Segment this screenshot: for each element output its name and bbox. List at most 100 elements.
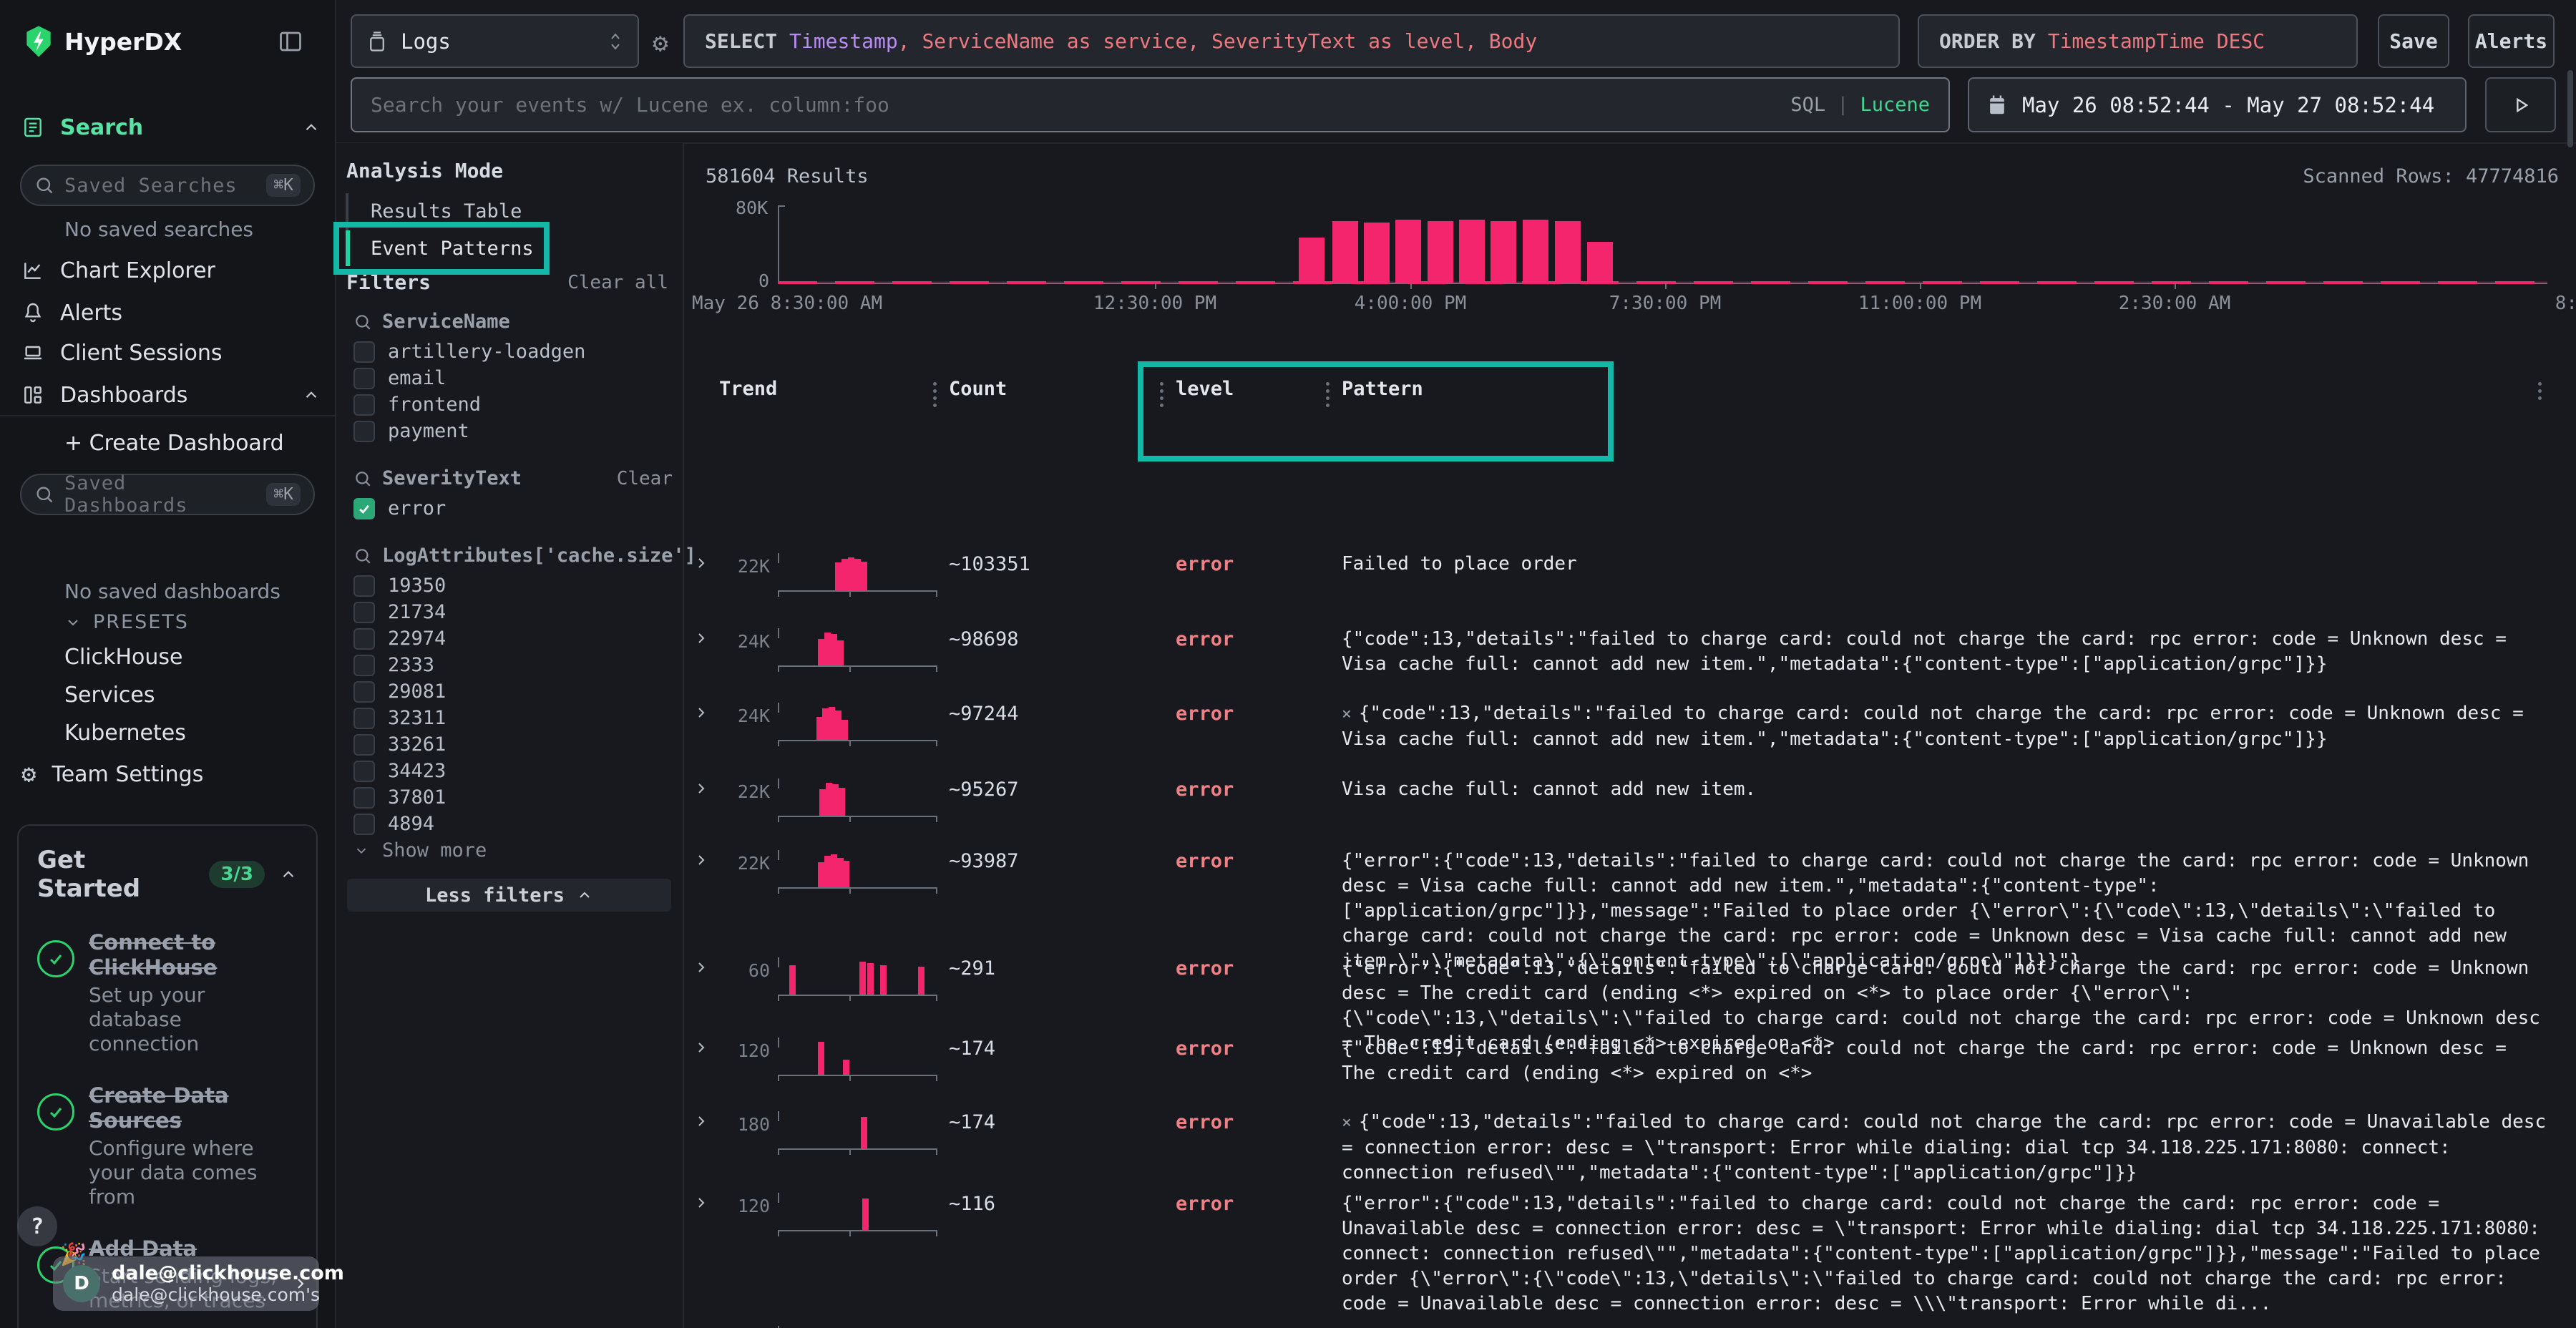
filter-clear-link[interactable]: Clear: [617, 468, 673, 489]
filter-checkbox-row[interactable]: 34423: [353, 758, 673, 784]
checkbox[interactable]: [353, 734, 375, 756]
checkbox[interactable]: [353, 421, 375, 442]
checkbox[interactable]: [353, 761, 375, 782]
chevron-up-icon[interactable]: [279, 865, 298, 884]
expand-row-chevron-icon[interactable]: [693, 1039, 710, 1056]
preset-dashboard-link[interactable]: Kubernetes: [64, 714, 186, 752]
col-drag-handle[interactable]: [933, 382, 937, 407]
presets-toggle[interactable]: PRESETS: [64, 611, 189, 633]
filter-checkbox-row[interactable]: 19350: [353, 572, 673, 599]
search-placeholder: Search your events w/ Lucene ex. column:…: [371, 93, 889, 117]
sidebar-item-alerts[interactable]: Alerts: [21, 297, 321, 328]
task-title: Create Data Sources: [89, 1083, 298, 1133]
sidebar-item-search[interactable]: Search: [21, 112, 321, 143]
checkbox[interactable]: [353, 394, 375, 416]
chevron-up-icon[interactable]: [302, 118, 321, 137]
sql-select-input[interactable]: SELECT Timestamp, ServiceName as service…: [683, 14, 1900, 68]
time-range-picker[interactable]: May 26 08:52:44 - May 27 08:52:44: [1968, 77, 2467, 132]
create-dashboard-button[interactable]: + Create Dashboard: [64, 431, 284, 456]
filter-checkbox-row[interactable]: error: [353, 495, 673, 522]
scrollbar-thumb[interactable]: [2567, 70, 2573, 147]
filter-group-name[interactable]: SeverityText: [382, 467, 522, 489]
checkbox[interactable]: [353, 341, 375, 363]
filter-checkbox-row[interactable]: artillery-loadgen: [353, 338, 673, 365]
preset-dashboard-link[interactable]: ClickHouse: [64, 638, 186, 676]
expand-row-chevron-icon[interactable]: [693, 959, 710, 976]
get-started-task[interactable]: Connect to ClickHouseSet up your databas…: [37, 930, 298, 1056]
histogram-bar[interactable]: [1299, 238, 1324, 283]
alerts-button[interactable]: Alerts: [2468, 14, 2555, 68]
filter-checkbox-row[interactable]: 2333: [353, 652, 673, 678]
source-select[interactable]: Logs: [351, 14, 639, 68]
checkbox-checked[interactable]: [353, 498, 375, 519]
expand-row-chevron-icon[interactable]: [693, 1113, 710, 1130]
expand-row-chevron-icon[interactable]: [693, 704, 710, 721]
filter-checkbox-row[interactable]: frontend: [353, 391, 673, 418]
chevron-up-icon[interactable]: [302, 386, 321, 404]
filter-group-name[interactable]: ServiceName: [382, 311, 510, 333]
sidebar-item-client-sessions[interactable]: Client Sessions: [21, 337, 321, 368]
tab-results-table[interactable]: Results Table: [371, 200, 522, 223]
checkbox[interactable]: [353, 708, 375, 729]
table-menu-kebab-icon[interactable]: [2538, 382, 2542, 400]
histogram-bar[interactable]: [1364, 223, 1390, 283]
histogram-bar[interactable]: [1491, 221, 1516, 283]
expand-row-chevron-icon[interactable]: [693, 1194, 710, 1211]
sidebar-item-dashboards[interactable]: Dashboards: [21, 379, 321, 411]
less-filters-button[interactable]: Less filters: [347, 879, 671, 912]
user-menu[interactable]: D dale@clickhouse.com dale@clickhouse.co…: [53, 1256, 319, 1311]
histogram-bar[interactable]: [1395, 220, 1421, 283]
filter-checkbox-row[interactable]: 33261: [353, 731, 673, 758]
histogram-bar[interactable]: [1459, 220, 1485, 283]
filter-checkbox-row[interactable]: 37801: [353, 784, 673, 811]
expand-row-chevron-icon[interactable]: [693, 555, 710, 572]
save-button[interactable]: Save: [2378, 14, 2449, 68]
filter-group-name[interactable]: LogAttributes['cache.size']: [382, 545, 696, 567]
histogram-bar[interactable]: [1555, 221, 1581, 283]
histogram-bar[interactable]: [1428, 221, 1453, 283]
checkbox[interactable]: [353, 628, 375, 650]
filter-checkbox-row[interactable]: 21734: [353, 599, 673, 625]
filter-checkbox-row[interactable]: payment: [353, 418, 673, 444]
filter-checkbox-row[interactable]: 29081: [353, 678, 673, 705]
lucene-search-input[interactable]: Search your events w/ Lucene ex. column:…: [351, 77, 1950, 132]
checkbox[interactable]: [353, 655, 375, 676]
checkbox[interactable]: [353, 368, 375, 389]
tab-event-patterns[interactable]: Event Patterns: [371, 238, 534, 260]
query-settings-gear-icon[interactable]: ⚙: [653, 29, 668, 58]
checkbox[interactable]: [353, 602, 375, 623]
checkbox[interactable]: [353, 814, 375, 835]
expand-row-chevron-icon[interactable]: [693, 780, 710, 797]
dismiss-x-icon[interactable]: ×: [1342, 1113, 1352, 1132]
filter-checkbox-row[interactable]: email: [353, 365, 673, 391]
help-button[interactable]: ?: [17, 1206, 57, 1246]
run-query-button[interactable]: [2485, 77, 2556, 132]
filter-checkbox-row[interactable]: 32311: [353, 705, 673, 731]
checkbox[interactable]: [353, 681, 375, 703]
sidebar-item-chart-explorer[interactable]: Chart Explorer: [21, 255, 321, 286]
histogram-plot[interactable]: [778, 205, 2547, 283]
expand-row-chevron-icon[interactable]: [693, 630, 710, 647]
filter-checkbox-row[interactable]: 22974: [353, 625, 673, 652]
collapse-sidebar-icon[interactable]: [278, 29, 303, 54]
sidebar-item-team-settings[interactable]: ⚙ Team Settings: [21, 758, 321, 790]
lucene-mode-toggle[interactable]: Lucene: [1860, 94, 1930, 116]
histogram-bar[interactable]: [1587, 242, 1613, 283]
histogram-bar[interactable]: [1332, 221, 1358, 283]
preset-dashboard-link[interactable]: Services: [64, 676, 186, 714]
histogram-bar[interactable]: [1523, 220, 1548, 283]
expand-row-chevron-icon[interactable]: [693, 851, 710, 869]
filter-checkbox-row[interactable]: 4894: [353, 811, 673, 837]
checkbox[interactable]: [353, 575, 375, 597]
order-by-input[interactable]: ORDER BY TimestampTime DESC: [1918, 14, 2358, 68]
checkbox[interactable]: [353, 787, 375, 809]
clear-all-link[interactable]: Clear all: [567, 272, 668, 293]
dismiss-x-icon[interactable]: ×: [1342, 705, 1352, 723]
sql-mode-toggle[interactable]: SQL: [1790, 94, 1825, 116]
col-drag-handle[interactable]: [1160, 382, 1163, 407]
get-started-task[interactable]: Create Data SourcesConfigure where your …: [37, 1083, 298, 1209]
show-more-link[interactable]: Show more: [353, 837, 673, 864]
saved-searches-input[interactable]: Saved Searches ⌘K: [20, 165, 315, 206]
col-drag-handle[interactable]: [1326, 382, 1330, 407]
saved-dashboards-input[interactable]: Saved Dashboards ⌘K: [20, 474, 315, 515]
